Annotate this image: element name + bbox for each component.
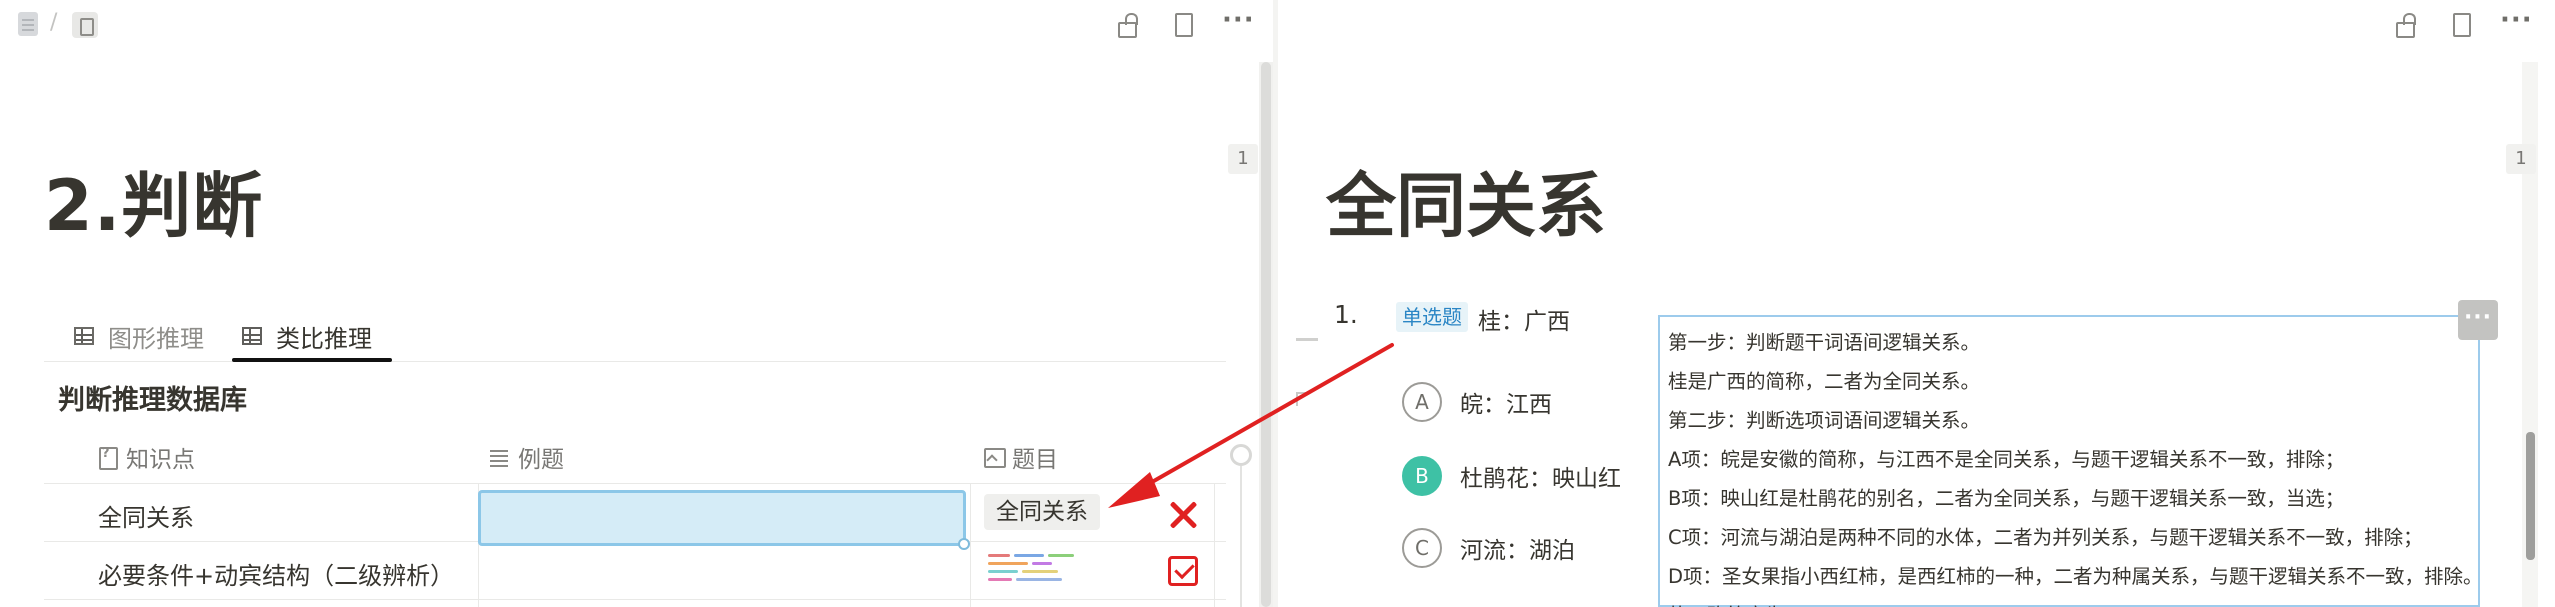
page-number: 1 xyxy=(1228,144,1258,174)
text-property-icon xyxy=(98,446,118,470)
question-tag[interactable]: 全同关系 xyxy=(984,494,1100,530)
tab-graphic-reasoning[interactable]: 图形推理 xyxy=(64,312,214,360)
column-resize-handle[interactable] xyxy=(1230,444,1252,466)
right-pane: ··· 1 全同关系 1. 单选题 桂：广西 A 皖：江西 B 杜鹃花：映山红 … xyxy=(1278,0,2555,607)
tab-label: 类比推理 xyxy=(276,324,372,353)
answer-line: 第二步：判断选项词语间逻辑关系。 xyxy=(1668,409,1981,432)
column-label: 知识点 xyxy=(126,447,195,473)
page-title: 全同关系 xyxy=(1326,165,1606,247)
option-c[interactable]: C 河流：湖泊 xyxy=(1402,528,1575,568)
column-header-knowledge-point[interactable]: 知识点 xyxy=(98,440,195,474)
answer-line: 第一步：判断题干词语间逻辑关系。 xyxy=(1668,331,1981,354)
checkbox-checked-icon[interactable] xyxy=(1168,556,1198,586)
page-info-icon[interactable] xyxy=(1168,10,1196,38)
option-letter-circle[interactable]: C xyxy=(1402,528,1442,568)
block-drag-handle[interactable] xyxy=(1296,338,1318,341)
option-letter-circle[interactable]: A xyxy=(1402,382,1442,422)
database-icon[interactable] xyxy=(72,12,98,38)
column-header-question[interactable]: 题目 xyxy=(984,440,1058,474)
option-a[interactable]: A 皖：江西 xyxy=(1402,382,1552,422)
block-indent-marker xyxy=(1296,392,1310,406)
answer-line: B项：映山红是杜鹃花的别名，二者为全同关系，与题干逻辑关系一致，当选； xyxy=(1668,487,2345,510)
page-info-icon[interactable] xyxy=(2446,10,2474,38)
question-type-badge: 单选题 xyxy=(1396,302,1468,332)
question-stem: 桂：广西 xyxy=(1478,309,1570,335)
question-image-thumbnail[interactable] xyxy=(982,550,1094,590)
active-tab-indicator xyxy=(232,358,392,362)
table-icon xyxy=(242,327,262,345)
answer-line: 故正确答案为B。 xyxy=(1668,596,2470,607)
left-topbar: / ··· xyxy=(0,0,1273,50)
column-header-example[interactable]: 例题 xyxy=(490,440,564,474)
right-scrollbar-thumb[interactable] xyxy=(2526,432,2535,560)
more-options-icon[interactable]: ··· xyxy=(1222,7,1254,38)
database-table: 知识点 例题 题目 全同关系 全同关系 必要条件+动宾结构（二级辨析） xyxy=(44,426,1226,607)
column-label: 例题 xyxy=(518,447,564,473)
page-title: 2.判断 xyxy=(44,165,264,247)
table-icon xyxy=(74,327,94,345)
option-b[interactable]: B 杜鹃花：映山红 xyxy=(1402,456,1621,496)
table-header: 知识点 例题 题目 xyxy=(44,426,1226,484)
question-number: 1. xyxy=(1334,300,1358,329)
option-text: 皖：江西 xyxy=(1460,392,1552,418)
table-row[interactable]: 必要条件+动宾结构（二级辨析） xyxy=(44,542,1226,600)
view-tabs: 图形推理 类比推理 xyxy=(44,300,1226,362)
lock-icon[interactable] xyxy=(2390,10,2418,38)
database-title[interactable]: 判断推理数据库 xyxy=(58,378,247,417)
image-property-icon xyxy=(984,447,1006,468)
breadcrumb-separator: / xyxy=(50,10,58,35)
option-text: 河流：湖泊 xyxy=(1460,538,1575,564)
answer-line: A项：皖是安徽的简称，与江西不是全同关系，与题干逻辑关系不一致，排除； xyxy=(1668,448,2345,471)
page-icon[interactable] xyxy=(18,12,38,36)
answer-explanation-box[interactable]: 第一步：判断题干词语间逻辑关系。 桂是广西的简称，二者为全同关系。 第二步：判断… xyxy=(1658,315,2483,607)
more-options-icon[interactable]: ··· xyxy=(2500,7,2532,38)
x-icon[interactable] xyxy=(1166,498,1200,532)
tab-analogy-reasoning[interactable]: 类比推理 xyxy=(232,312,382,360)
left-scrollbar-thumb[interactable] xyxy=(1261,62,1271,607)
page-number: 1 xyxy=(2506,144,2536,174)
answer-line: 桂是广西的简称，二者为全同关系。 xyxy=(1668,370,1981,393)
table-row[interactable]: 全同关系 全同关系 xyxy=(44,484,1226,550)
block-menu-button[interactable]: ··· xyxy=(2458,300,2498,340)
answer-line: D项：圣女果指小西红柿，是西红柿的一种，二者为种属关系，与题干逻辑关系不一致，排… xyxy=(1668,565,2483,588)
option-text: 杜鹃花：映山红 xyxy=(1460,466,1621,492)
column-label: 题目 xyxy=(1012,447,1058,473)
lock-icon[interactable] xyxy=(1112,10,1140,38)
answer-line: C项：河流与湖泊是两种不同的水体，二者为并列关系，与题干逻辑关系不一致，排除； xyxy=(1668,526,2423,549)
knowledge-point-cell[interactable]: 全同关系 xyxy=(98,498,194,533)
option-letter-circle-selected[interactable]: B xyxy=(1402,456,1442,496)
column-resize-line xyxy=(1240,466,1242,607)
tab-label: 图形推理 xyxy=(108,324,204,353)
left-pane: / ··· 1 2.判断 图形推理 类比推理 判断推理数据库 知识点 例题 xyxy=(0,0,1273,607)
example-cell-selected[interactable] xyxy=(478,490,970,550)
knowledge-point-cell[interactable]: 必要条件+动宾结构（二级辨析） xyxy=(98,556,454,591)
lines-property-icon xyxy=(490,447,508,467)
